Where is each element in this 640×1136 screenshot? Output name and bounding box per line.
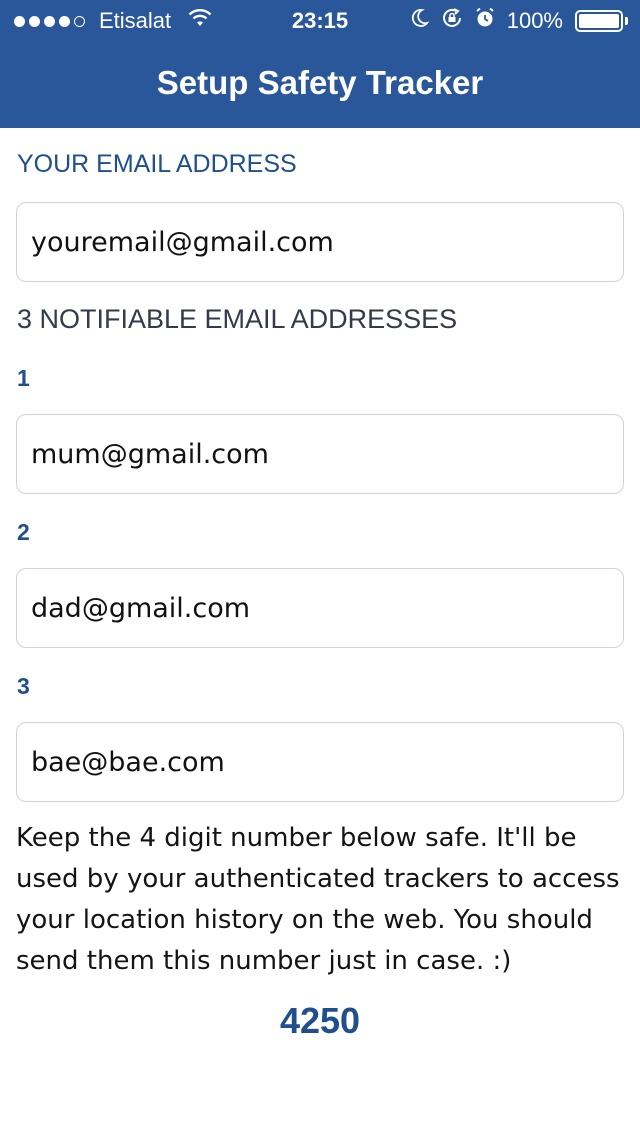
contact-3-email-value: bae@bae.com <box>31 746 225 778</box>
alarm-icon <box>475 7 495 35</box>
status-bar: Etisalat 23:15 100% <box>0 0 640 40</box>
contact-3-number: 3 <box>17 673 30 699</box>
page-title: Setup Safety Tracker <box>156 64 484 101</box>
pin-instructions-text: Keep the 4 digit number below safe. It'l… <box>16 823 620 976</box>
navigation-bar: Etisalat 23:15 100% Setup Safety Tracker <box>0 0 640 128</box>
moon-icon <box>411 8 430 34</box>
contact-2-email-value: dad@gmail.com <box>31 592 251 624</box>
rotation-lock-icon <box>441 7 463 35</box>
contact-2-number: 2 <box>17 519 30 545</box>
battery-percent: 100% <box>506 8 563 33</box>
contact-3-email-field[interactable]: bae@bae.com <box>16 722 624 802</box>
contact-1-email-value: mum@gmail.com <box>31 438 269 470</box>
your-email-field[interactable]: youremail@gmail.com <box>16 202 624 282</box>
contact-1-email-field[interactable]: mum@gmail.com <box>16 414 624 494</box>
your-email-value: youremail@gmail.com <box>31 226 334 258</box>
your-email-label: YOUR EMAIL ADDRESS <box>17 150 297 178</box>
contact-1-number: 1 <box>17 365 30 391</box>
notifiable-emails-label: 3 NOTIFIABLE EMAIL ADDRESSES <box>17 304 458 334</box>
contact-2-email-field[interactable]: dad@gmail.com <box>16 568 624 648</box>
pin-code: 4250 <box>279 1000 361 1041</box>
battery-icon <box>575 10 628 32</box>
